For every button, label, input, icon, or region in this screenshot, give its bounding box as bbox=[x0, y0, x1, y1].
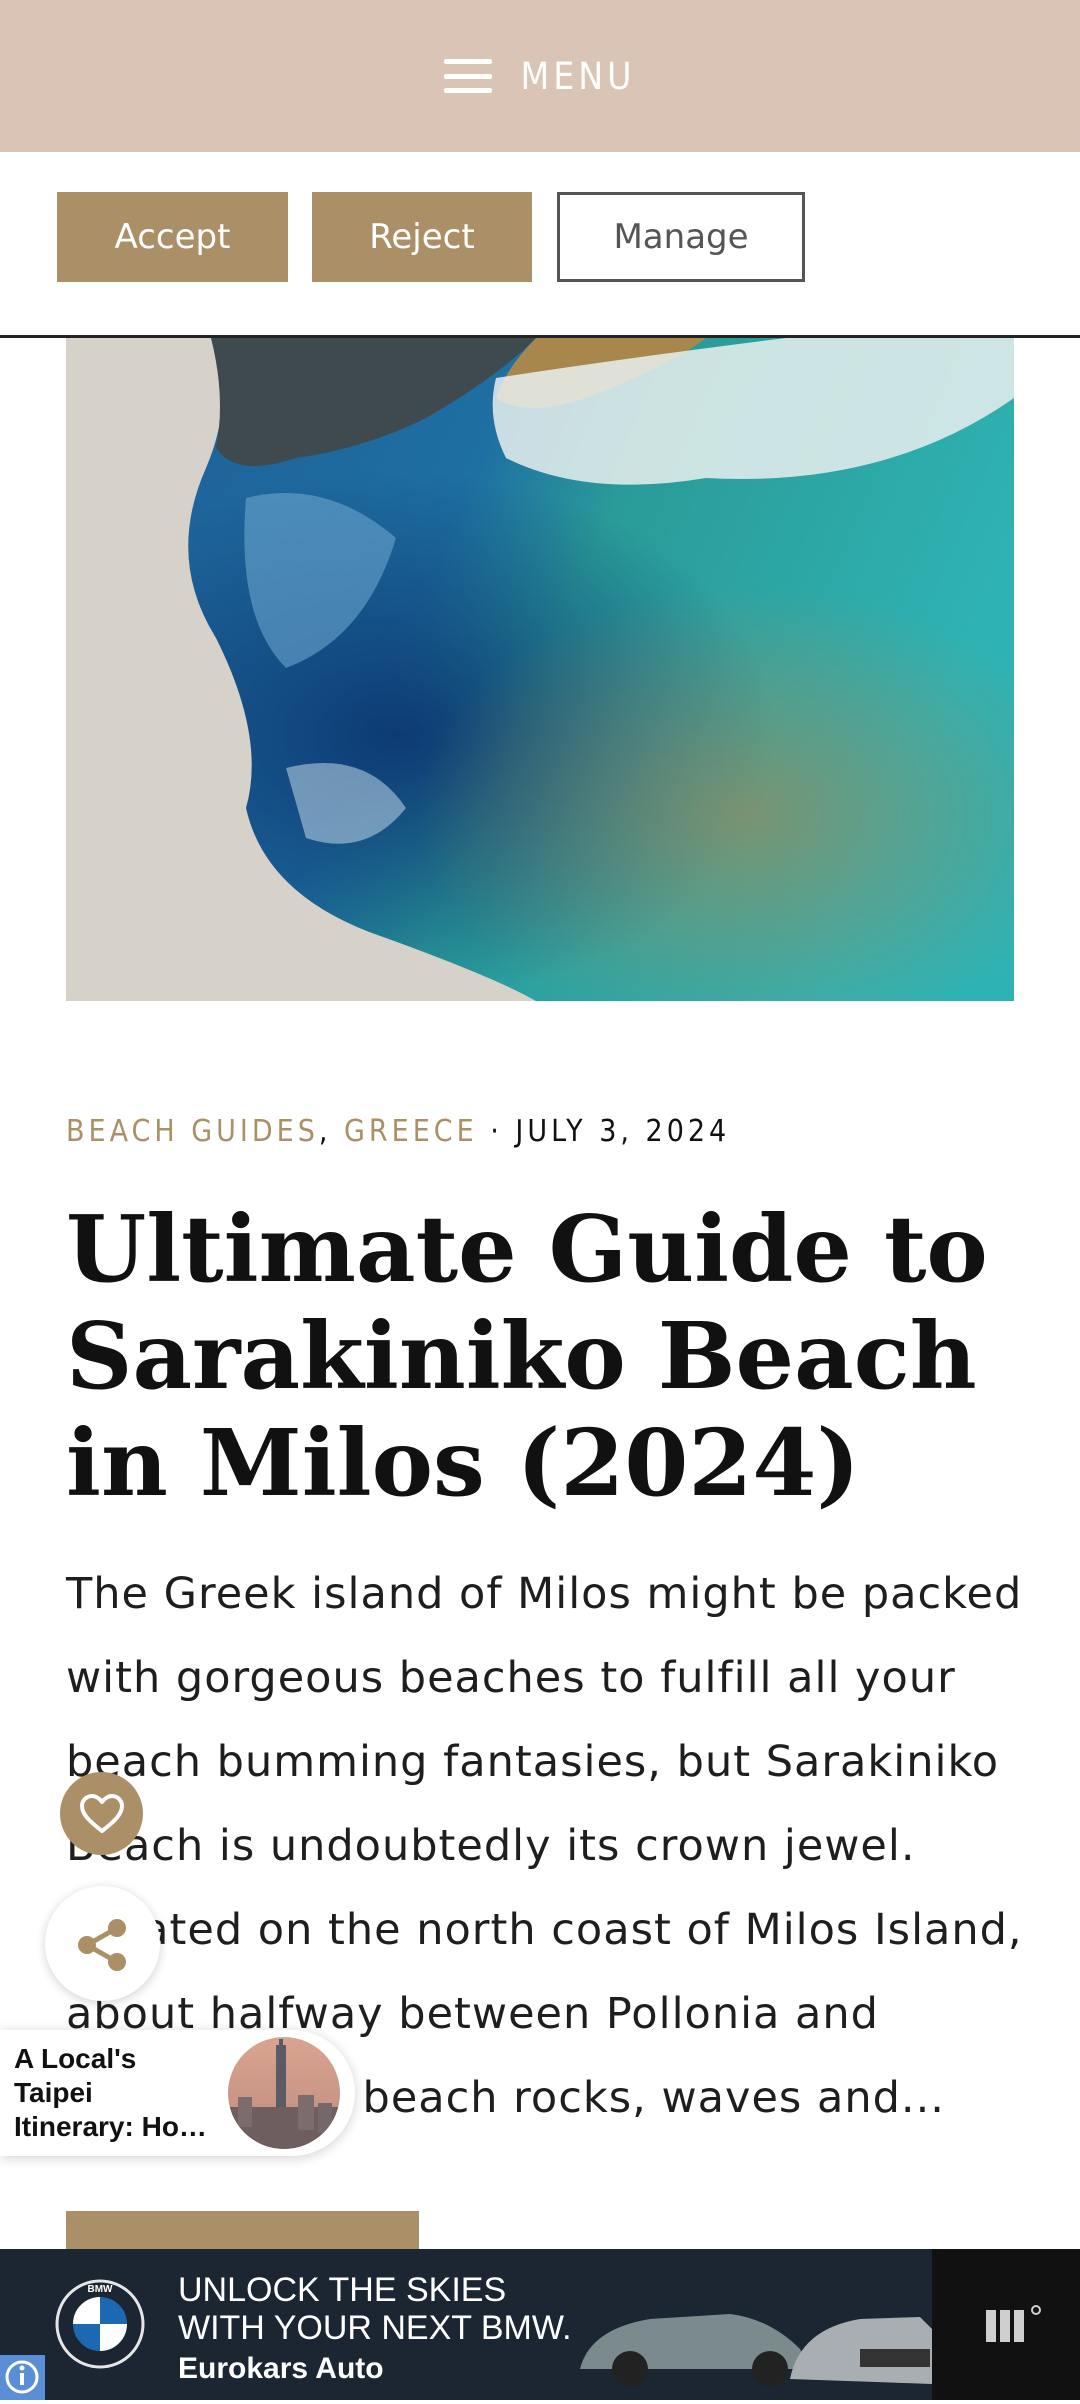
accept-button[interactable]: Accept bbox=[57, 192, 288, 282]
menu-label: MENU bbox=[520, 54, 636, 98]
bmw-logo-icon: BMW bbox=[55, 2279, 145, 2369]
reject-button[interactable]: Reject bbox=[312, 192, 532, 282]
post-title[interactable]: Ultimate Guide to Sarakiniko Beach in Mi… bbox=[66, 1196, 1026, 1517]
post-date: JULY 3, 2024 bbox=[515, 1114, 731, 1149]
menu-button[interactable]: MENU bbox=[444, 55, 635, 98]
ad-banner[interactable]: BMW UNLOCK THE SKIES WITH YOUR NEXT BMW.… bbox=[0, 2249, 1080, 2400]
ad-car-image bbox=[580, 2314, 932, 2387]
favorite-button[interactable] bbox=[60, 1772, 143, 1855]
ad-info-button[interactable] bbox=[0, 2355, 45, 2400]
category-link-beach-guides[interactable]: BEACH GUIDES bbox=[66, 1114, 319, 1149]
ad-network-icon bbox=[986, 2305, 1041, 2342]
manage-button[interactable]: Manage bbox=[557, 192, 805, 282]
bmw-logo-letters: BMW bbox=[88, 2284, 114, 2295]
recommended-post-thumbnail bbox=[228, 2037, 340, 2149]
ad-network-panel[interactable] bbox=[932, 2249, 1080, 2400]
ad-info-icon bbox=[5, 2360, 39, 2394]
ad-dealer-name: Eurokars Auto bbox=[178, 2352, 384, 2385]
hero-image bbox=[66, 338, 1014, 1001]
recommended-post-title: A Local's Taipei Itinerary: Ho… bbox=[14, 2043, 207, 2142]
recommended-post-card[interactable]: A Local's Taipei Itinerary: Ho… bbox=[0, 2030, 355, 2156]
read-more-button[interactable] bbox=[66, 2211, 419, 2251]
post-meta: BEACH GUIDES, GREECE · JULY 3, 2024 bbox=[66, 1114, 730, 1149]
top-bar: MENU bbox=[0, 0, 1080, 152]
meta-separator: · bbox=[490, 1114, 503, 1149]
category-separator: , bbox=[318, 1114, 332, 1149]
share-icon bbox=[77, 1918, 126, 1971]
hamburger-icon bbox=[444, 59, 493, 93]
category-link-greece[interactable]: GREECE bbox=[344, 1114, 478, 1149]
share-button[interactable] bbox=[45, 1886, 160, 2001]
heart-icon bbox=[79, 1793, 124, 1833]
cookie-consent-bar: Accept Reject Manage bbox=[0, 152, 1080, 338]
